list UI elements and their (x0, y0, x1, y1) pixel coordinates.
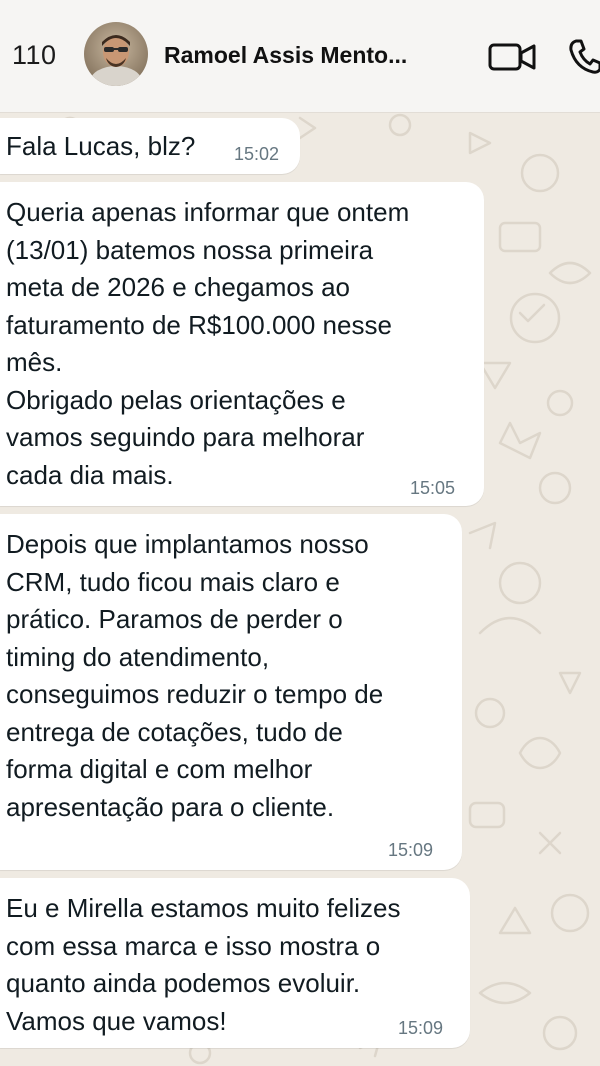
message-time: 15:02 (234, 144, 280, 164)
message-text: Eu e Mirella estamos muito felizes com e… (6, 893, 401, 1036)
message-time: 15:05 (410, 478, 456, 498)
avatar-photo (84, 22, 148, 86)
message-bubble[interactable]: Depois que implantamos nosso CRM, tudo f… (0, 514, 462, 870)
chat-header: 110 Ramoel Assis Mento... (0, 0, 600, 113)
contact-name[interactable]: Ramoel Assis Mento... (164, 42, 407, 69)
phone-call-icon[interactable] (568, 38, 600, 79)
message-bubble[interactable]: Eu e Mirella estamos muito felizes com e… (0, 878, 470, 1048)
message-text: Depois que implantamos nosso CRM, tudo f… (6, 529, 384, 822)
message-text: Fala Lucas, blz? (6, 131, 196, 161)
contact-avatar[interactable] (84, 22, 148, 86)
message-bubble[interactable]: Fala Lucas, blz? 15:02 (0, 118, 300, 174)
message-time: 15:09 (398, 1018, 444, 1038)
message-text: Queria apenas informar que ontem (13/01)… (6, 197, 410, 490)
message-time: 15:09 (388, 840, 434, 860)
message-bubble[interactable]: Queria apenas informar que ontem (13/01)… (0, 182, 484, 506)
back-unread-count[interactable]: 110 (12, 40, 57, 71)
video-call-icon[interactable] (488, 42, 538, 77)
